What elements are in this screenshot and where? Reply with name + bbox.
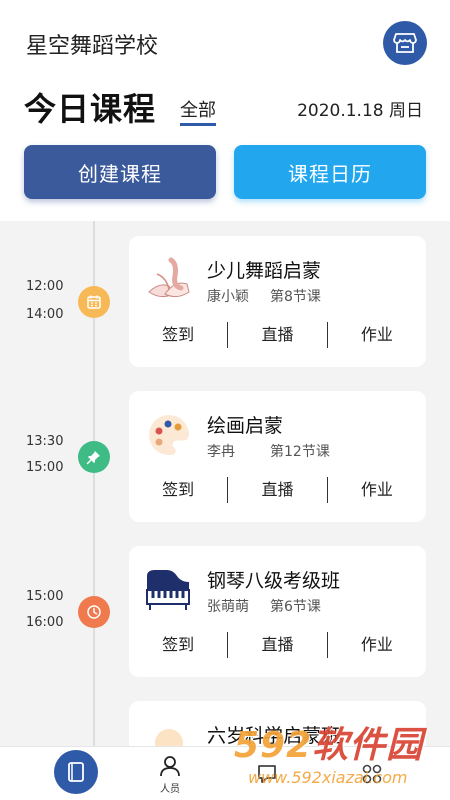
watermark-logo: 592软件园 [234,716,423,768]
start-time: 12:00 [26,279,64,294]
piano-image [146,570,190,610]
homework-button[interactable]: 作业 [328,322,426,348]
create-course-button[interactable]: 创建课程 [24,145,216,199]
teacher-name: 李冉 [207,444,235,460]
filter-all[interactable]: 全部 [180,96,216,126]
start-time: 13:30 [26,434,64,449]
course-card[interactable]: 钢琴八级考级班 张萌萌 第6节课 签到 直播 作业 [129,546,426,677]
store-button[interactable] [383,21,427,65]
course-card[interactable]: 少儿舞蹈启蒙 康小颖 第8节课 签到 直播 作业 [129,236,426,367]
course-actions: 签到 直播 作业 [129,477,426,503]
calendar-icon [78,286,110,318]
school-name: 星空舞蹈学校 [26,34,159,59]
palette-image [149,415,189,455]
checkin-button[interactable]: 签到 [129,632,227,658]
watermark-number: 592 [234,725,313,766]
course-name: 绘画启蒙 [207,415,284,437]
tab-courses[interactable] [31,747,121,800]
clock-icon [78,596,110,628]
tab-label: 人员 [160,783,180,795]
person-icon [160,755,180,776]
course-actions: 签到 直播 作业 [129,322,426,348]
checkin-button[interactable]: 签到 [129,477,227,503]
course-calendar-button[interactable]: 课程日历 [234,145,426,199]
start-time: 15:00 [26,589,64,604]
pin-icon [78,441,110,473]
watermark: 592软件园 www.592xiazai.com [228,716,450,800]
store-icon [393,33,417,53]
homework-button[interactable]: 作业 [328,477,426,503]
teacher-name: 康小颖 [207,289,249,305]
course-name: 钢琴八级考级班 [207,570,341,592]
end-time: 16:00 [26,615,64,630]
checkin-button[interactable]: 签到 [129,322,227,348]
live-button[interactable]: 直播 [228,322,326,348]
teacher-name: 张萌萌 [207,599,249,615]
ballet-shoes-image [148,257,190,298]
page-title: 今日课程 [24,90,157,128]
live-button[interactable]: 直播 [228,477,326,503]
book-icon [54,750,98,794]
course-name: 少儿舞蹈启蒙 [207,260,322,282]
course-card[interactable]: 绘画启蒙 李冉 第12节课 签到 直播 作业 [129,391,426,522]
end-time: 15:00 [26,460,64,475]
header: 星空舞蹈学校 今日课程 全部 2020.1.18 周日 创建课程 课程日历 [0,0,450,220]
lesson-number: 第12节课 [270,444,330,460]
course-actions: 签到 直播 作业 [129,632,426,658]
lightbulb-image [155,729,183,746]
date-display: 2020.1.18 周日 [297,101,423,121]
live-button[interactable]: 直播 [228,632,326,658]
tab-people[interactable]: 人员 [125,747,215,800]
watermark-text: 软件园 [312,725,424,766]
watermark-url: www.592xiazai.com [248,768,408,787]
lesson-number: 第8节课 [270,289,321,305]
homework-button[interactable]: 作业 [328,632,426,658]
lesson-number: 第6节课 [270,599,321,615]
end-time: 14:00 [26,307,64,322]
course-timeline[interactable]: 12:00 14:00 少儿舞蹈启蒙 康小颖 第8节课 签到 直播 作业 13:… [0,221,450,746]
